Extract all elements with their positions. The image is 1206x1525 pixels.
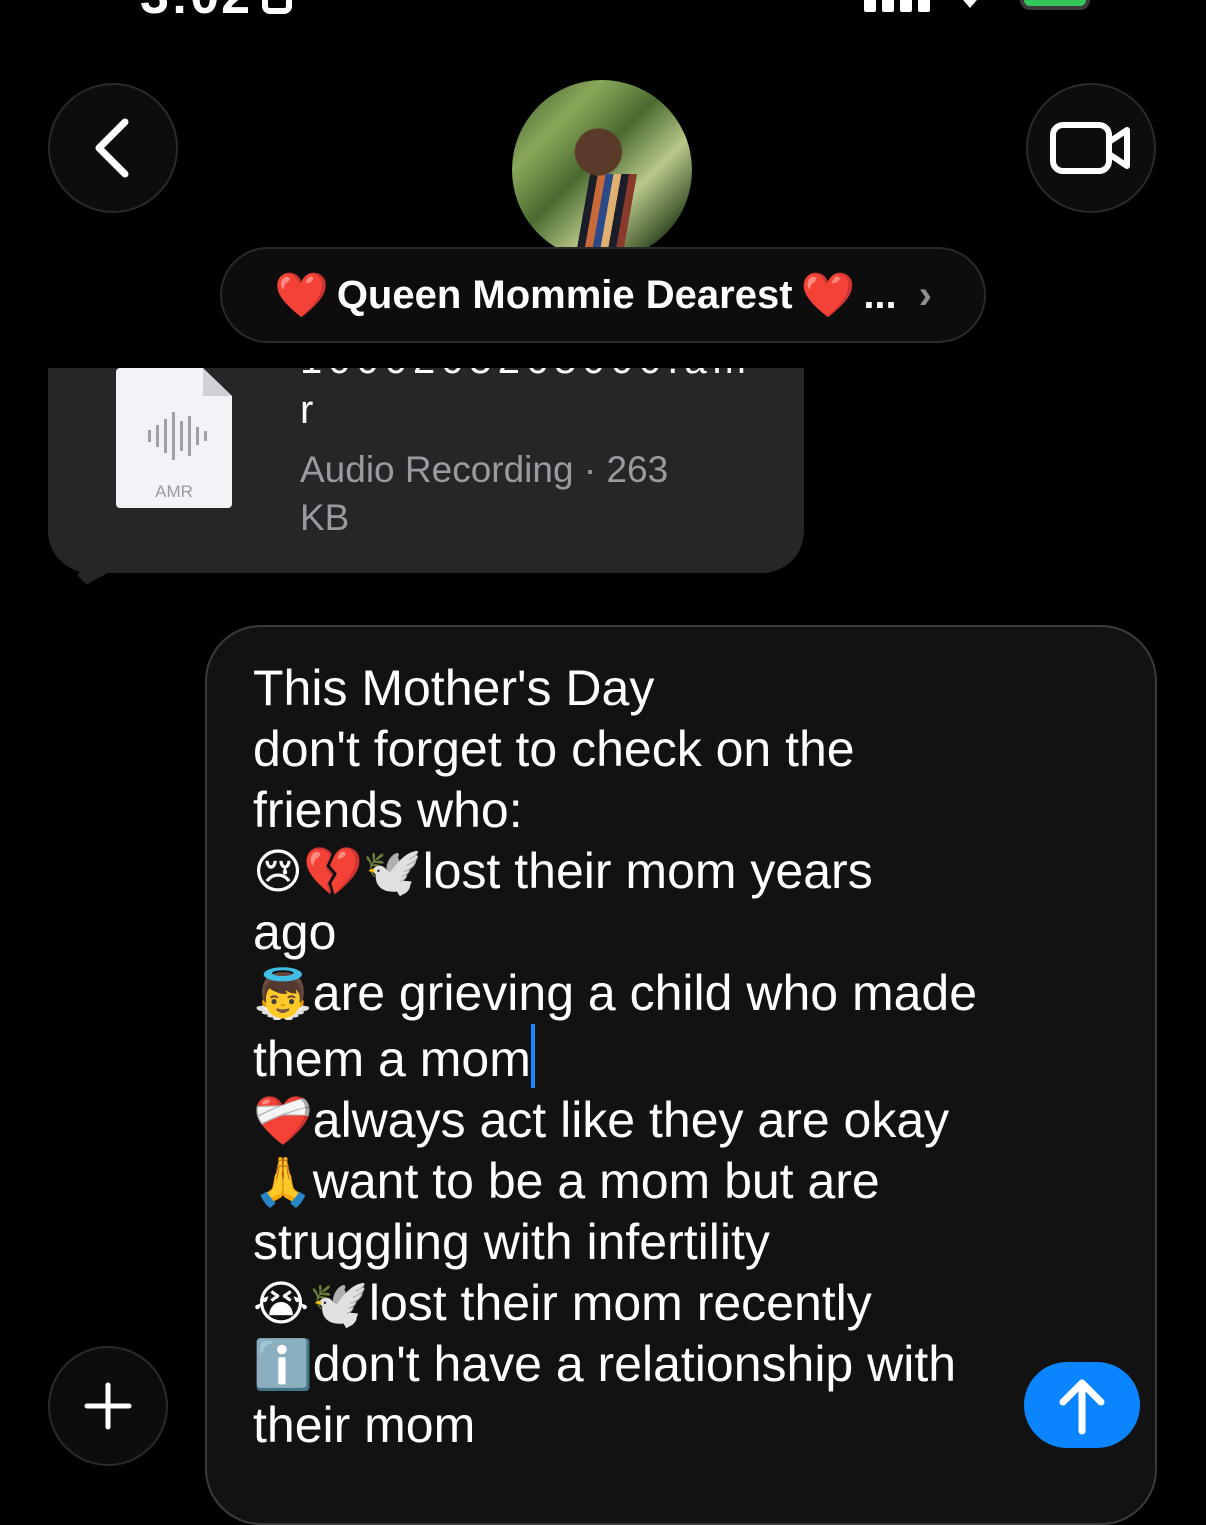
chevron-right-icon: › [918,272,932,317]
add-attachment-button[interactable] [48,1346,168,1466]
video-camera-icon [1050,122,1130,174]
chevron-left-icon [95,118,129,178]
plus-icon [84,1382,132,1430]
message-line: them a mom [253,1024,1113,1090]
arrow-up-icon [1059,1379,1105,1435]
message-line: friends who: [253,782,523,838]
waveform-icon [148,412,207,460]
message-line: This Mother's Day [253,660,655,716]
signal-icon [864,0,930,12]
contact-name-button[interactable]: ❤️ Queen Mommie Dearest ❤️ ... › [220,247,986,343]
file-meta: Audio Recording · 263 KB [300,449,669,538]
contact-avatar[interactable] [512,80,692,260]
lock-icon [262,0,292,14]
file-name-partial: 1000205265000.am [300,368,750,376]
message-text[interactable]: This Mother's Day don't forget to check … [253,658,1113,1456]
video-call-button[interactable] [1026,83,1156,213]
file-name-tail: r [300,388,314,432]
heart-icon: ❤️ [800,270,856,321]
wifi-icon [958,0,982,8]
ellipsis: ... [863,272,897,317]
message-line: 😢💔🕊️lost their mom years [253,843,873,900]
message-line: ago [253,904,337,960]
back-button[interactable] [48,83,178,213]
message-line: their mom [253,1397,476,1453]
battery-icon [1020,0,1090,10]
status-time: 3:02 [140,0,252,26]
file-type-label: AMR [155,482,193,501]
message-line: 🙏want to be a mom but are [253,1153,880,1210]
message-line: struggling with infertility [253,1214,770,1270]
text-cursor [530,1024,535,1088]
message-line: don't forget to check on the [253,721,855,777]
heart-icon: ❤️ [274,270,329,321]
message-line: ℹ️don't have a relationship with [253,1336,957,1393]
message-line: 👼are grieving a child who made [253,965,978,1022]
send-button[interactable] [1024,1362,1140,1448]
message-line: 😭🕊️lost their mom recently [253,1275,872,1332]
contact-name: Queen Mommie Dearest [336,272,793,317]
message-line: ❤️‍🩹always act like they are okay [253,1092,950,1149]
